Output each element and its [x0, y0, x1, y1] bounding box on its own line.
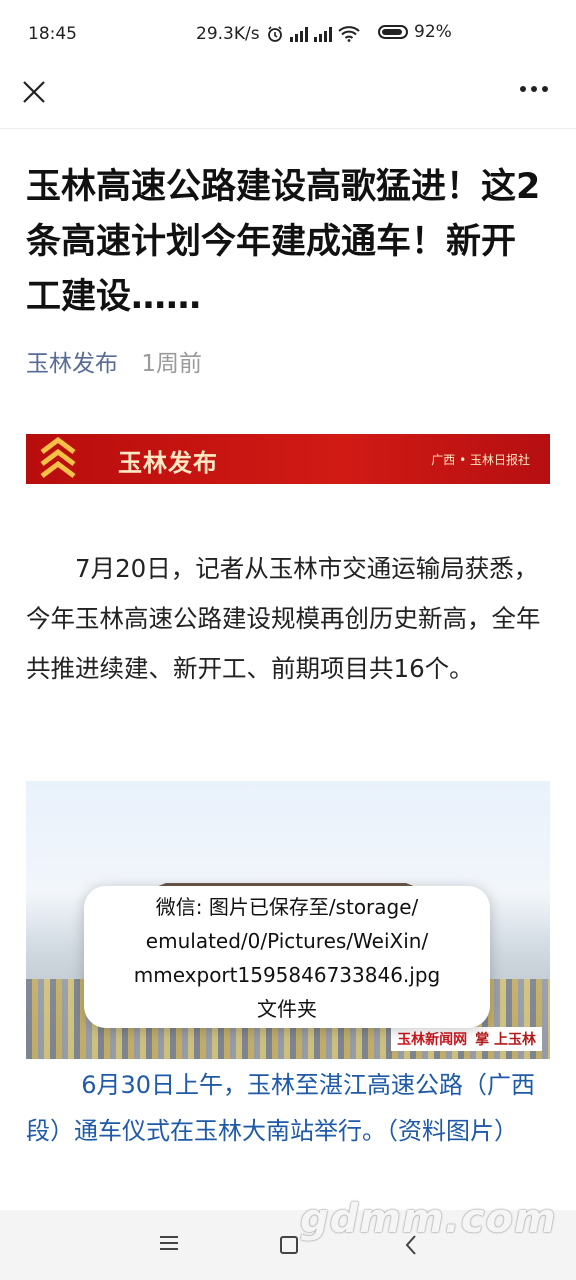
article-meta: 玉林发布 1周前 [26, 344, 202, 378]
battery-icon [378, 25, 408, 39]
signal-icon-2 [313, 26, 332, 42]
photo-watermark: 玉林新闻网掌 上玉林 [391, 1027, 542, 1051]
network-speed: 29.3K/s [196, 24, 260, 44]
signal-icon [289, 26, 308, 42]
alarm-icon [267, 26, 282, 42]
author-link[interactable]: 玉林发布 [26, 351, 118, 377]
chevron-up-icon [40, 436, 76, 478]
toast-line: 文件夹 [257, 997, 317, 1021]
publish-time: 1周前 [141, 351, 202, 377]
banner-title: 玉林发布 [118, 449, 218, 477]
article-paragraph: 7月20日，记者从玉林市交通运输局获悉，今年玉林高速公路建设规模再创历史新高，全… [26, 554, 541, 683]
status-indicators: 29.3K/s [196, 24, 360, 44]
banner-source: 广西 • 玉林日报社 [431, 453, 530, 467]
toast-line: 微信: 图片已保存至/storage/ [155, 895, 419, 919]
menu-icon[interactable] [160, 1236, 178, 1254]
home-icon[interactable] [280, 1236, 298, 1254]
battery-status: 92% [378, 22, 452, 42]
photo-caption: 6月30日上午，玉林至湛江高速公路（广西段）通车仪式在玉林大南站举行。（资料图片… [26, 1071, 535, 1145]
source-banner: 玉林发布 广西 • 玉林日报社 [26, 434, 550, 484]
article-title: 玉林高速公路建设高歌猛进！这2条高速计划今年建成通车！新开工建设…… [26, 167, 541, 317]
article-toolbar [0, 68, 576, 129]
site-watermark: gdmm.com [300, 1196, 557, 1242]
close-icon[interactable] [18, 76, 50, 108]
status-bar: 18:45 29.3K/s 92% [0, 0, 576, 68]
save-toast: 微信: 图片已保存至/storage/ emulated/0/Pictures/… [84, 886, 490, 1028]
toast-line: mmexport1595846733846.jpg [133, 963, 441, 987]
more-icon[interactable] [520, 86, 548, 92]
status-time: 18:45 [28, 24, 77, 44]
toast-line: emulated/0/Pictures/WeiXin/ [145, 929, 429, 953]
wifi-icon [337, 26, 360, 42]
battery-percent: 92% [414, 22, 452, 42]
